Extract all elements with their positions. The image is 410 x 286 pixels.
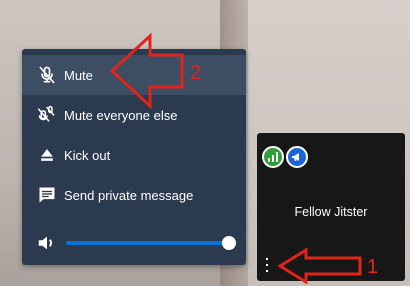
menu-item-label: Kick out [64,147,111,163]
menu-item-label: Mute everyone else [64,107,178,123]
more-options-button[interactable] [263,257,271,273]
eject-icon [36,144,58,166]
volume-slider[interactable] [66,236,236,250]
mic-off-multiple-icon [36,104,58,126]
connection-status-badge[interactable] [262,146,284,168]
mic-off-icon [36,64,58,86]
chat-icon [36,184,58,206]
participant-name: Fellow Jitster [294,205,368,219]
menu-item-label: Mute [64,67,93,83]
signal-bars-icon [268,152,278,162]
megaphone-icon [292,153,299,161]
annotation-step-1: 1 [367,256,379,278]
menu-item-send-private-message[interactable]: Send private message [22,175,246,215]
volume-control [36,229,236,257]
annotation-step-2: 2 [190,62,202,84]
annotation-arrow-1 [278,248,362,284]
dominant-speaker-badge [286,146,308,168]
menu-item-kick-out[interactable]: Kick out [22,135,246,175]
speaker-icon [36,232,58,254]
annotation-arrow-2 [110,33,184,109]
volume-slider-handle[interactable] [222,236,236,250]
menu-item-label: Send private message [64,187,194,203]
